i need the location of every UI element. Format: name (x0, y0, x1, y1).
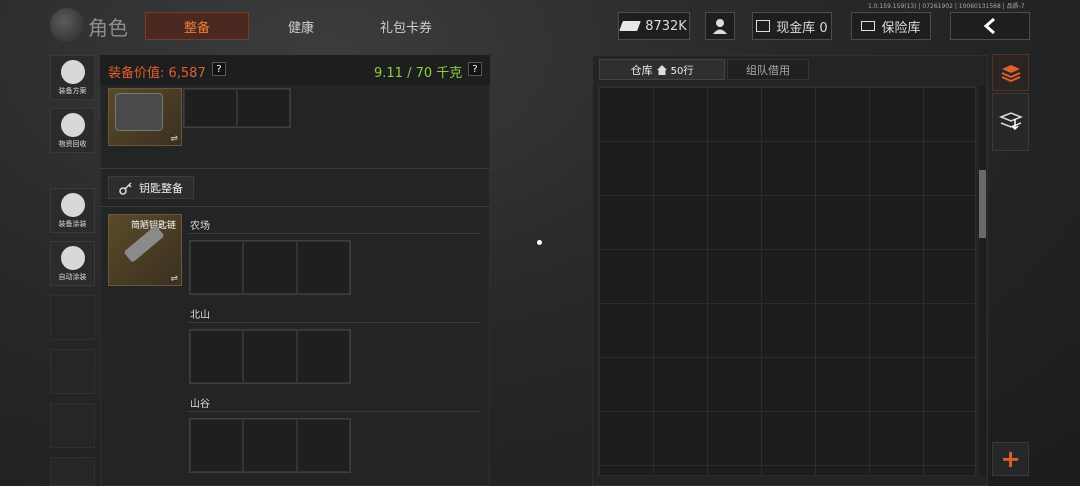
divider (100, 206, 490, 207)
deposit-button[interactable] (992, 93, 1029, 151)
safe-box-label: 保险库 (881, 20, 921, 36)
home-icon (656, 64, 667, 75)
safe-box-button[interactable]: 保险库 (851, 12, 931, 40)
scrollbar-track[interactable] (979, 86, 986, 476)
scrollbar-thumb[interactable] (979, 170, 986, 238)
sidebar-item-label: 装备涂装 (58, 220, 87, 228)
sidebar-item-label: 物资回收 (58, 140, 87, 148)
tab-loadout[interactable]: 整备 (145, 12, 249, 40)
north-mountain-key-slots (189, 329, 351, 384)
key-slot[interactable] (296, 330, 350, 383)
divider (188, 322, 480, 323)
back-arrow-icon (983, 18, 995, 34)
vault-icon (756, 20, 771, 32)
key-slot[interactable] (296, 419, 350, 472)
sidebar-item-recycle[interactable]: 物资回收 (50, 108, 95, 153)
map-label-farm: 农场 (190, 221, 210, 232)
sidebar-empty-slot (50, 349, 95, 394)
cash-vault-label: 现金库 0 (776, 20, 828, 36)
add-button[interactable]: + (992, 442, 1029, 476)
page-title: 角色 (88, 16, 128, 40)
inventory-slot[interactable] (184, 89, 237, 127)
divider (100, 168, 490, 169)
cash-vault-button[interactable]: 现金库 0 (752, 12, 832, 40)
farm-key-slots (189, 240, 351, 295)
sidebar-empty-slot (50, 403, 95, 448)
version-text: 1.0.159.159(13) | 07261902 | 10060131568… (868, 3, 1025, 10)
key-slot[interactable] (190, 330, 244, 383)
deposit-stack-icon (998, 112, 1023, 131)
agent-icon (713, 19, 727, 34)
map-label-north-mountain: 北山 (190, 310, 210, 321)
tab-team-borrow[interactable]: 组队借用 (727, 59, 809, 80)
warehouse-rows: 50行 (670, 66, 694, 77)
keychain-item[interactable]: 简陋钥匙链 ⇌ (108, 214, 182, 286)
help-icon[interactable]: ? (468, 62, 482, 76)
recycle-icon (60, 113, 85, 137)
sort-button[interactable] (992, 54, 1029, 91)
sidebar-item-label: 装备方案 (58, 87, 87, 95)
agent-button[interactable] (705, 12, 735, 40)
tab-gift-cards[interactable]: 礼包卡券 (354, 12, 458, 40)
back-button[interactable] (950, 12, 1030, 40)
paint-icon (60, 193, 85, 217)
key-icon (119, 181, 132, 195)
sidebar-item-label: 自动涂装 (58, 273, 87, 281)
stack-sort-icon (1001, 64, 1020, 82)
cash-display[interactable]: 8732K (618, 12, 690, 40)
cash-icon (619, 21, 642, 31)
key-slot[interactable] (243, 419, 297, 472)
sidebar-empty-slot (50, 457, 95, 486)
warehouse-tab-label: 仓库 (630, 63, 653, 77)
warehouse-grid[interactable] (598, 86, 976, 476)
swap-icon[interactable]: ⇌ (170, 274, 178, 284)
cursor-dot (537, 240, 542, 245)
key-slot[interactable] (243, 241, 297, 294)
key-slot[interactable] (190, 241, 244, 294)
divider (188, 411, 480, 412)
help-icon[interactable]: ? (212, 62, 226, 76)
sidebar-empty-slot (50, 295, 95, 340)
case-slot-grid (183, 88, 291, 128)
cash-amount: 8732K (645, 18, 687, 34)
divider (188, 233, 480, 234)
sidebar-item-auto-paint[interactable]: 自动涂装 (50, 241, 95, 286)
tab-warehouse[interactable]: 仓库 50行 (599, 59, 725, 80)
inventory-slot[interactable] (237, 89, 290, 127)
auto-paint-icon (60, 246, 85, 270)
case-icon (115, 93, 163, 131)
key-slot[interactable] (243, 330, 297, 383)
weight-value: 9.11 / 70 千克 (374, 66, 463, 81)
gear-plan-icon (60, 60, 85, 84)
case-item[interactable]: ⇌ (108, 88, 182, 146)
map-label-valley: 山谷 (190, 399, 210, 410)
safe-icon (861, 21, 876, 31)
swap-icon[interactable]: ⇌ (170, 134, 178, 144)
sidebar-item-paint[interactable]: 装备涂装 (50, 188, 95, 233)
character-logo-icon (50, 8, 84, 42)
key-loadout-header: 钥匙整备 (108, 176, 194, 199)
tab-health[interactable]: 健康 (252, 12, 350, 40)
gear-value: 装备价值: 6,587 (108, 66, 206, 81)
key-slot[interactable] (296, 241, 350, 294)
key-section-label: 钥匙整备 (139, 181, 183, 195)
valley-key-slots (189, 418, 351, 473)
key-slot[interactable] (190, 419, 244, 472)
sidebar-item-gear-plan[interactable]: 装备方案 (50, 55, 95, 100)
